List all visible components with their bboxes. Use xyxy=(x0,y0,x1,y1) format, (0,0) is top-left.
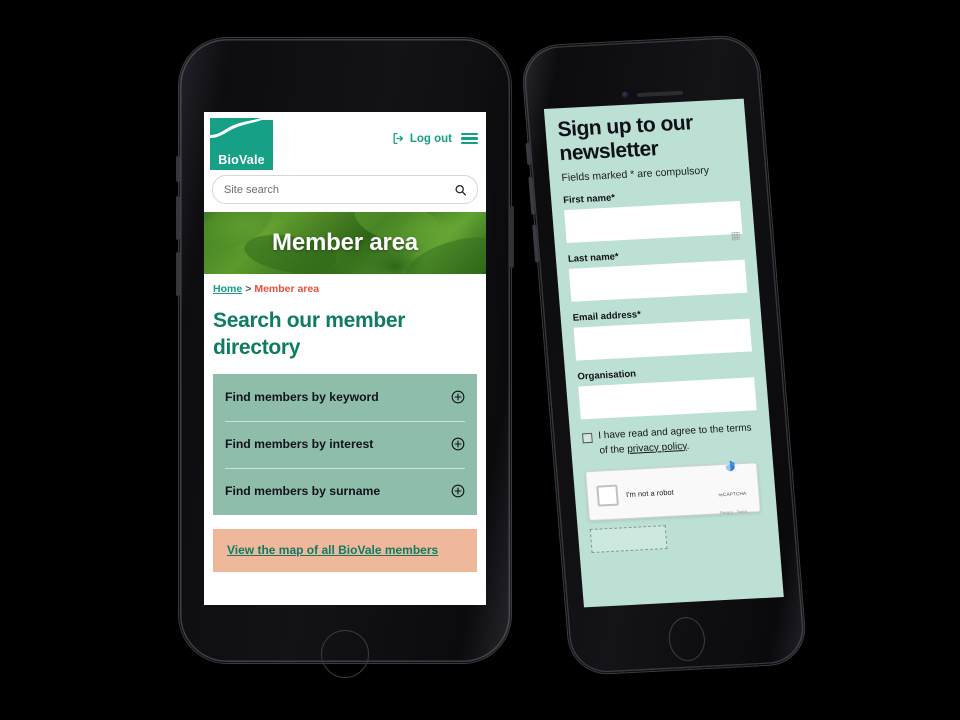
privacy-consent-row[interactable]: I have read and agree to the terms of th… xyxy=(582,421,760,459)
privacy-consent-text: I have read and agree to the terms of th… xyxy=(598,421,760,458)
hero-banner: Member area xyxy=(204,212,486,274)
search-magnifier-icon[interactable] xyxy=(454,183,467,196)
accordion-item-interest[interactable]: Find members by interest xyxy=(213,420,477,468)
member-search-accordion: Find members by keyword Find members by … xyxy=(213,373,477,515)
newsletter-title: Sign up to our newsletter xyxy=(556,111,694,165)
earpiece-speaker xyxy=(636,90,684,97)
accordion-label: Find members by interest xyxy=(225,437,374,452)
newsletter-signup-form: Sign up to our newsletter Fields marked … xyxy=(544,99,780,554)
smartphone-mockup-left: BioVale Log out Site search Member area … xyxy=(176,38,514,678)
phone-left-screen: BioVale Log out Site search Member area … xyxy=(204,112,486,605)
accordion-item-keyword[interactable]: Find members by keyword xyxy=(213,374,477,421)
burger-line xyxy=(461,142,478,145)
phone-volume-down-button xyxy=(176,252,180,296)
burger-line xyxy=(461,137,478,140)
phone-volume-up-button xyxy=(528,176,536,215)
logout-label: Log out xyxy=(409,132,452,145)
site-search-area: Site search xyxy=(204,174,486,212)
email-address-field[interactable] xyxy=(573,318,752,361)
accordion-label: Find members by keyword xyxy=(225,390,379,405)
breadcrumb: Home > Member area xyxy=(204,274,486,302)
burger-line xyxy=(461,132,478,135)
logout-exit-icon xyxy=(393,132,403,145)
accordion-item-surname[interactable]: Find members by surname xyxy=(213,467,477,515)
breadcrumb-separator: > xyxy=(245,283,252,295)
biovale-wave-icon xyxy=(210,118,273,144)
phone-volume-down-button xyxy=(532,224,540,263)
recaptcha-label: I'm not a robot xyxy=(625,487,675,499)
screenshot-stage: BioVale Log out Site search Member area … xyxy=(0,0,960,720)
phone-volume-up-button xyxy=(176,196,180,240)
privacy-consent-checkbox[interactable] xyxy=(582,432,593,444)
logout-button[interactable]: Log out xyxy=(392,132,452,145)
hamburger-menu-icon[interactable] xyxy=(461,132,478,145)
organisation-field[interactable] xyxy=(578,377,757,420)
member-map-cta[interactable]: View the map of all BioVale members xyxy=(213,528,477,572)
accordion-label: Find members by surname xyxy=(225,484,381,499)
first-name-field[interactable] xyxy=(564,200,743,244)
home-button[interactable] xyxy=(321,630,369,678)
phone-power-button xyxy=(510,206,514,268)
recaptcha-legal-links: Privacy - Terms xyxy=(719,508,748,516)
front-camera-icon xyxy=(621,91,629,98)
hero-title: Member area xyxy=(272,229,418,256)
breadcrumb-home-link[interactable]: Home xyxy=(213,283,242,295)
plus-circle-icon[interactable] xyxy=(451,484,465,498)
smartphone-mockup-right-wrapper: Sign up to our newsletter Fields marked … xyxy=(520,34,808,676)
submit-button[interactable] xyxy=(589,525,668,554)
home-button[interactable] xyxy=(667,616,707,662)
recaptcha-branding: reCAPTCHA Privacy - Terms xyxy=(713,458,752,520)
phone-right-screen: Sign up to our newsletter Fields marked … xyxy=(543,98,784,608)
resize-handle-icon xyxy=(731,231,741,241)
member-map-link[interactable]: View the map of all BioVale members xyxy=(227,543,438,557)
recaptcha-logo-icon xyxy=(725,460,735,472)
search-input-placeholder: Site search xyxy=(224,183,280,196)
privacy-policy-link[interactable]: privacy policy xyxy=(627,440,687,454)
biovale-logo-text: BioVale xyxy=(218,153,265,167)
header-actions: Log out xyxy=(392,132,478,145)
phone-silent-switch xyxy=(525,142,532,165)
plus-circle-icon[interactable] xyxy=(451,437,465,451)
biovale-logo[interactable]: BioVale xyxy=(210,118,273,170)
plus-circle-icon[interactable] xyxy=(451,390,465,404)
breadcrumb-current: Member area xyxy=(254,283,320,295)
search-input-wrapper[interactable]: Site search xyxy=(212,175,478,204)
phone-silent-switch xyxy=(176,156,180,182)
site-header: BioVale Log out xyxy=(204,112,486,174)
page-title: Search our member directory xyxy=(213,309,406,359)
consent-text-after: . xyxy=(686,440,690,452)
newsletter-subtitle: Fields marked * are compulsory xyxy=(561,164,710,185)
recaptcha-widget[interactable]: I'm not a robot reCAPTCHA Privacy - Term… xyxy=(585,460,761,522)
smartphone-mockup-right: Sign up to our newsletter Fields marked … xyxy=(520,34,808,676)
recaptcha-checkbox[interactable] xyxy=(596,484,619,507)
last-name-field[interactable] xyxy=(568,259,748,302)
recaptcha-brand-name: reCAPTCHA xyxy=(718,490,747,498)
